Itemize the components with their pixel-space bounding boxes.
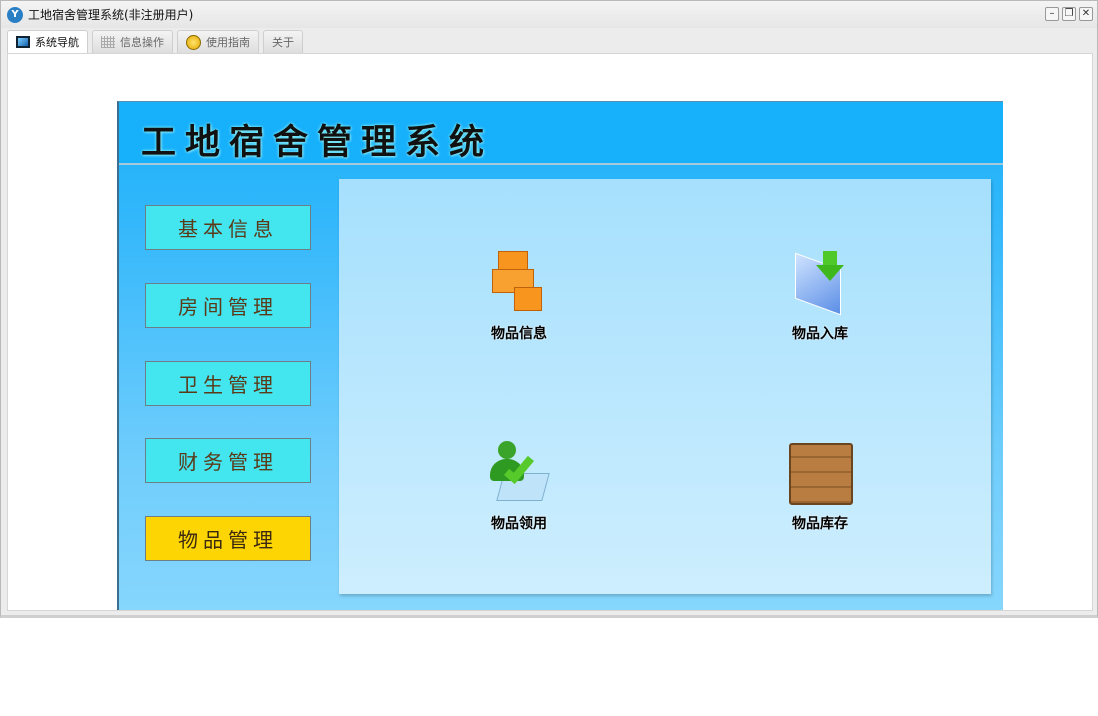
dashboard-panel: 工地宿舍管理系统 基本信息 房间管理 卫生管理 财务管理 物品管理 物品信息 物… [117, 101, 1003, 610]
minimize-button[interactable]: – [1045, 7, 1059, 21]
tab-bar: 系统导航 信息操作 使用指南 关于 [7, 30, 303, 53]
nav-item-management[interactable]: 物品管理 [145, 516, 311, 561]
tab-label: 信息操作 [120, 36, 164, 49]
item-label: 物品入库 [792, 326, 848, 342]
tab-user-guide[interactable]: 使用指南 [177, 30, 259, 53]
title-bar: Y 工地宿舍管理系统(非注册用户) – ❐ ✕ [1, 1, 1097, 28]
app-window: Y 工地宿舍管理系统(非注册用户) – ❐ ✕ 系统导航 信息操作 使用指南 关… [0, 0, 1098, 618]
boxes-icon [484, 249, 554, 317]
nav-hygiene-management[interactable]: 卫生管理 [145, 361, 311, 406]
grid-icon [101, 36, 115, 48]
close-button[interactable]: ✕ [1079, 7, 1093, 21]
monitor-icon [16, 36, 30, 48]
tab-about[interactable]: 关于 [263, 30, 303, 53]
window-title: 工地宿舍管理系统(非注册用户) [28, 8, 194, 22]
user-check-icon [484, 439, 554, 507]
item-label: 物品信息 [491, 326, 547, 342]
tab-label: 系统导航 [35, 36, 79, 49]
nav-room-management[interactable]: 房间管理 [145, 283, 311, 328]
item-info-button[interactable]: 物品信息 [459, 249, 579, 343]
restore-button[interactable]: ❐ [1062, 7, 1076, 21]
tab-label: 使用指南 [206, 36, 250, 49]
wooden-crate-icon [785, 439, 855, 507]
document-download-icon [785, 249, 855, 317]
nav-basic-info[interactable]: 基本信息 [145, 205, 311, 250]
tab-info-operations[interactable]: 信息操作 [92, 30, 173, 53]
tab-label: 关于 [272, 36, 294, 49]
app-title: 工地宿舍管理系统 [141, 123, 494, 163]
item-inventory-button[interactable]: 物品库存 [760, 439, 880, 533]
app-header: 工地宿舍管理系统 [119, 102, 1003, 165]
item-stock-in-button[interactable]: 物品入库 [760, 249, 880, 343]
tab-system-navigation[interactable]: 系统导航 [7, 30, 88, 53]
item-label: 物品库存 [792, 516, 848, 532]
app-logo-icon: Y [7, 6, 23, 23]
item-label: 物品领用 [491, 516, 547, 532]
item-requisition-button[interactable]: 物品领用 [459, 439, 579, 533]
help-icon [186, 34, 201, 50]
item-management-area: 物品信息 物品入库 物品领用 物品库存 [339, 179, 991, 594]
content-area: 工地宿舍管理系统 基本信息 房间管理 卫生管理 财务管理 物品管理 物品信息 物… [7, 53, 1093, 611]
nav-finance-management[interactable]: 财务管理 [145, 438, 311, 483]
